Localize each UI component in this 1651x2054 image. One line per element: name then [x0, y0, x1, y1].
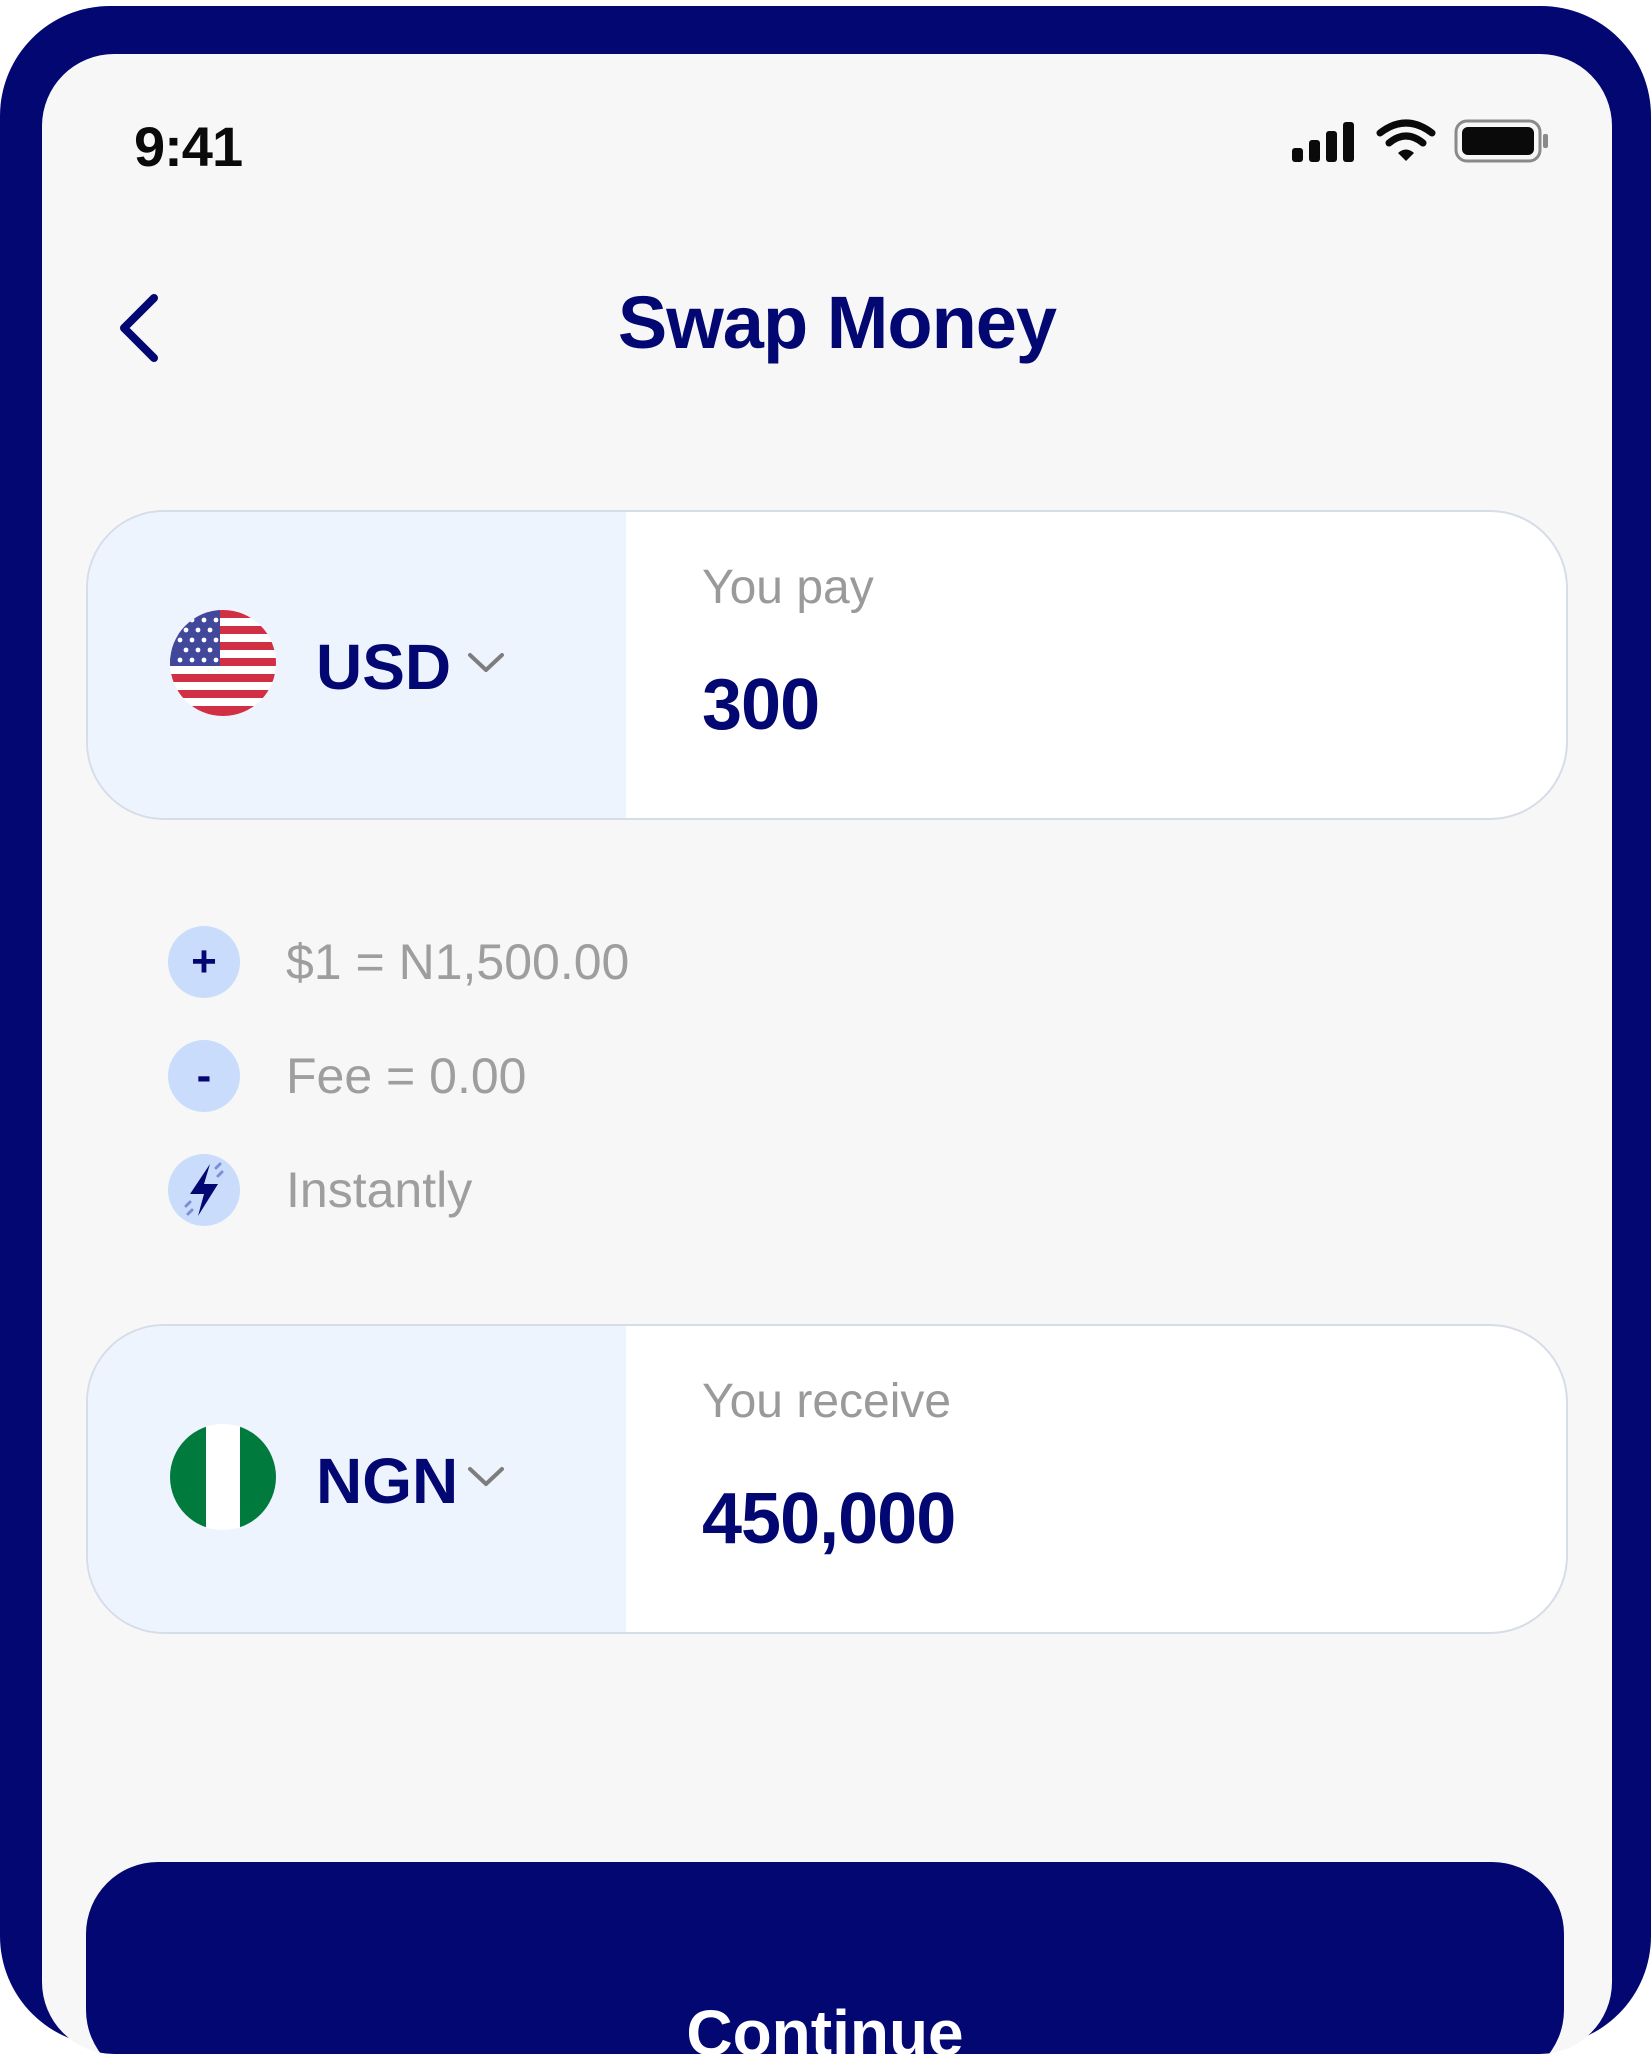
receive-amount-area[interactable]: You receive 450,000: [626, 1326, 1566, 1632]
continue-label: Continue: [686, 1997, 964, 2054]
chevron-down-icon: [468, 653, 504, 672]
ng-flag-icon: [170, 1424, 276, 1530]
receive-amount: 450,000: [702, 1479, 956, 1559]
pay-card: USD You pay 300: [86, 510, 1568, 820]
pay-amount-area[interactable]: You pay 300: [626, 512, 1566, 818]
phone-frame: 9:41 Swap Money USD You pay 300 + $1 = N…: [0, 6, 1651, 2054]
pay-currency-selector[interactable]: USD: [88, 512, 626, 818]
speed-text: Instantly: [286, 1162, 473, 1218]
lightning-icon: [168, 1154, 240, 1226]
receive-label: You receive: [702, 1375, 952, 1428]
speed-row: Instantly: [168, 1154, 472, 1226]
rate-row: + $1 = N1,500.00: [168, 926, 629, 998]
status-icons: [1292, 118, 1550, 164]
plus-icon: +: [168, 926, 240, 998]
battery-icon: [1454, 119, 1548, 163]
pay-currency-code: USD: [316, 631, 452, 703]
rate-text: $1 = N1,500.00: [286, 934, 630, 990]
signal-icon: [1292, 122, 1354, 162]
fee-row: - Fee = 0.00: [168, 1040, 526, 1112]
continue-button[interactable]: Continue: [86, 1862, 1564, 2054]
receive-card: NGN You receive 450,000: [86, 1324, 1568, 1634]
fee-text: Fee = 0.00: [286, 1048, 527, 1104]
wifi-icon: [1376, 119, 1436, 161]
status-time: 9:41: [134, 115, 243, 178]
pay-label: You pay: [702, 561, 874, 614]
receive-currency-selector[interactable]: NGN: [88, 1326, 626, 1632]
chevron-down-icon: [468, 1467, 504, 1486]
minus-icon: -: [168, 1040, 240, 1112]
page-title: Swap Money: [617, 281, 1057, 364]
pay-amount-input[interactable]: 300: [702, 664, 820, 746]
app-screen: 9:41 Swap Money USD You pay 300 + $1 = N…: [42, 54, 1612, 2054]
receive-currency-code: NGN: [316, 1445, 459, 1517]
us-flag-icon: [170, 610, 276, 716]
